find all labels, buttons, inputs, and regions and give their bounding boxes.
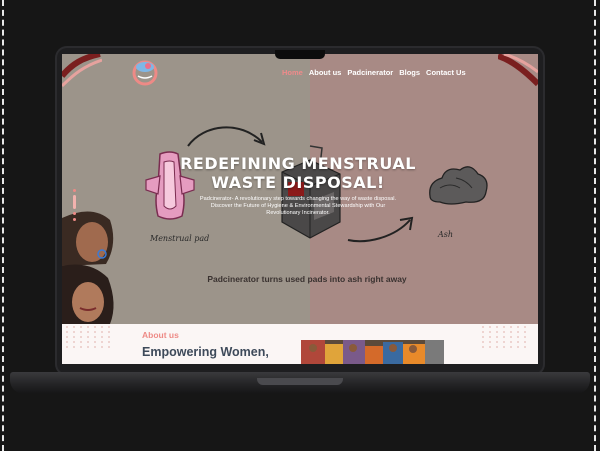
hero-tagline: Padcinerator turns used pads into ash ri… xyxy=(207,274,407,284)
nav-link-padcinerator[interactable]: Padcinerator xyxy=(347,68,393,77)
nav-link-contact-us[interactable]: Contact Us xyxy=(426,68,466,77)
about-photo-image xyxy=(301,340,444,364)
laptop-screen: Home About us Padcinerator Blogs Contact… xyxy=(62,54,538,364)
women-illustration xyxy=(62,211,114,324)
hero-title-line-1: REDEFINING MENSTRUAL xyxy=(180,154,416,173)
hero-title-line-2: WASTE DISPOSAL! xyxy=(211,173,385,192)
hero-description-line-2: Discover the Future of Hygiene & Environ… xyxy=(210,203,386,209)
label-ash: Ash xyxy=(438,230,454,239)
about-section: About us Empowering Women, xyxy=(62,324,538,364)
frame-border-right xyxy=(594,0,596,451)
top-right-swirl-decoration xyxy=(498,54,538,87)
nav-link-blogs[interactable]: Blogs xyxy=(399,68,420,77)
hero-description-line-3: Revolutionary Incinerator. xyxy=(266,210,330,216)
hero-description-line-1: Padcinerator- A revolutionary step towar… xyxy=(199,196,397,202)
ash-pile-illustration xyxy=(429,166,488,205)
dot-pattern-left xyxy=(66,326,112,348)
nav-link-home[interactable]: Home xyxy=(282,68,303,77)
about-section-label: About us xyxy=(142,330,179,340)
camera-notch xyxy=(275,50,325,59)
hero-title: REDEFINING MENSTRUAL WASTE DISPOSAL! xyxy=(178,154,418,192)
about-heading: Empowering Women, xyxy=(142,345,269,359)
label-menstrual-pad: Menstrual pad xyxy=(150,234,210,243)
laptop-base-groove xyxy=(257,378,343,385)
slide-indicator[interactable] xyxy=(73,189,76,221)
frame-border-left xyxy=(2,0,4,451)
top-left-swirl-decoration xyxy=(62,54,102,88)
nav-link-about-us[interactable]: About us xyxy=(309,68,342,77)
hero-description: Padcinerator- A revolutionary step towar… xyxy=(178,196,418,217)
dot-pattern-right xyxy=(482,326,528,348)
curved-arrow-icon xyxy=(187,126,266,147)
arrow-to-ash-icon xyxy=(347,216,414,243)
main-navigation: Home About us Padcinerator Blogs Contact… xyxy=(282,68,466,77)
brand-logo-icon[interactable] xyxy=(128,56,162,86)
